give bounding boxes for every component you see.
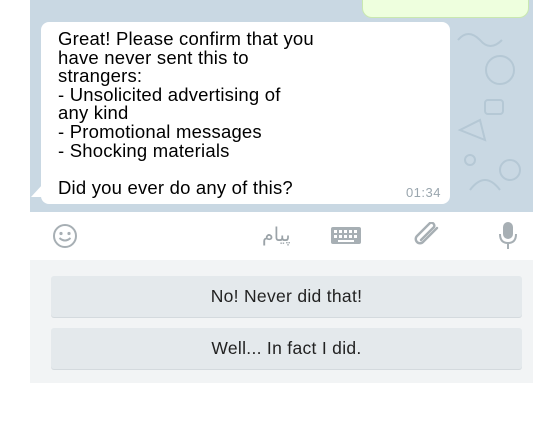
- message-input[interactable]: پیام: [262, 224, 291, 246]
- reply-button-did[interactable]: Well... In fact I did.: [51, 328, 522, 369]
- keyboard-icon[interactable]: [331, 227, 361, 244]
- message-bubble[interactable]: Great! Please confirm that you have neve…: [41, 22, 450, 204]
- paperclip-icon[interactable]: [413, 222, 443, 250]
- message-bubble-tail: [31, 184, 43, 197]
- reply-button-never[interactable]: No! Never did that!: [51, 276, 522, 317]
- message-input-bar: پیام: [30, 212, 533, 260]
- message-time: 01:34: [405, 185, 441, 200]
- smiley-icon[interactable]: [52, 223, 78, 249]
- message-text: Great! Please confirm that you have neve…: [58, 28, 314, 198]
- reply-keyboard: No! Never did that! Well... In fact I di…: [30, 260, 533, 383]
- telegram-chat-screen: Great! Please confirm that you have neve…: [0, 0, 545, 432]
- previous-message-bubble: [362, 0, 529, 18]
- microphone-icon[interactable]: [498, 221, 518, 251]
- chat-area[interactable]: Great! Please confirm that you have neve…: [30, 0, 533, 212]
